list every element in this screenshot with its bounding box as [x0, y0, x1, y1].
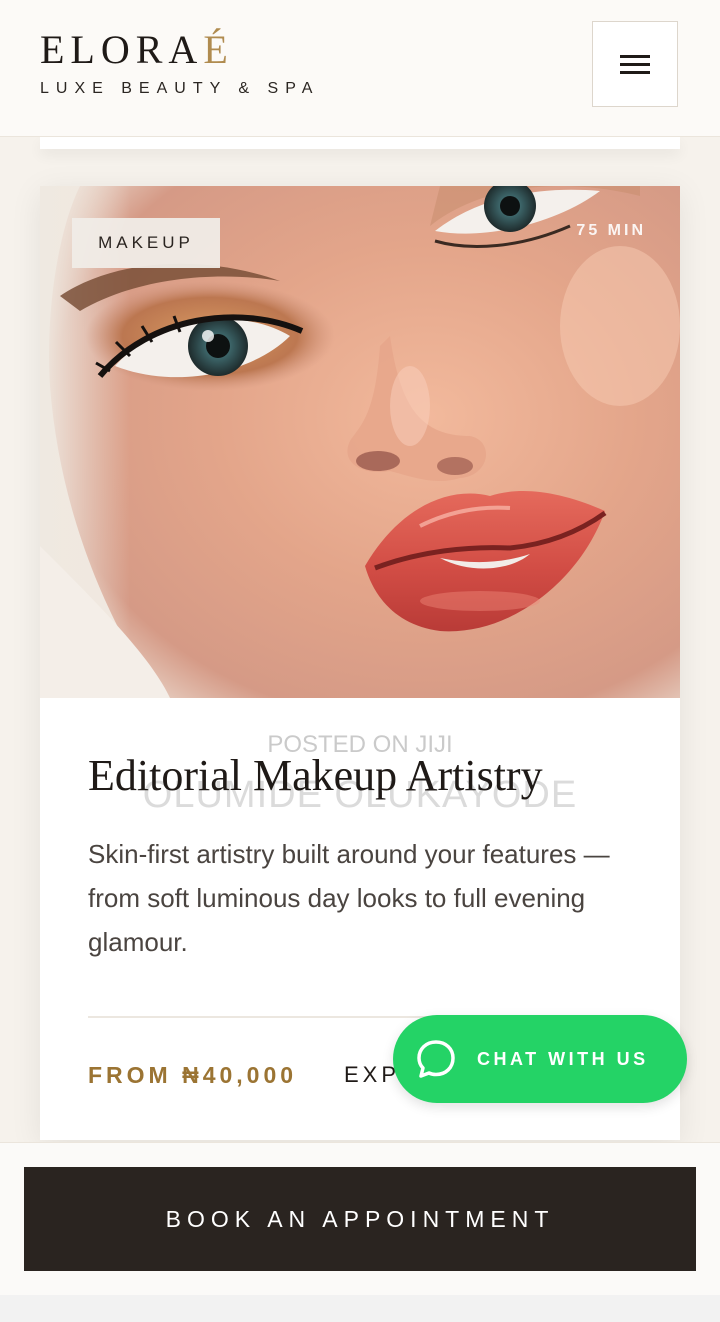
logo-main-text: ELORA: [40, 27, 204, 72]
service-card[interactable]: MAKEUP 75 MIN POSTED ON JIJI OLUMIDE OLU…: [40, 186, 680, 1140]
explore-link[interactable]: EXP: [344, 1062, 400, 1088]
service-image: MAKEUP 75 MIN: [40, 186, 680, 698]
category-badge: MAKEUP: [72, 218, 220, 268]
footer-bar: BOOK AN APPOINTMENT: [0, 1142, 720, 1322]
menu-icon: [620, 50, 650, 79]
logo-wordmark: ELORAÉ: [40, 28, 319, 72]
bottom-strip: [0, 1295, 720, 1322]
chat-bubble-icon: [417, 1040, 455, 1078]
book-appointment-button[interactable]: BOOK AN APPOINTMENT: [24, 1167, 696, 1271]
logo-accent-letter: É: [203, 27, 234, 72]
menu-button[interactable]: [592, 21, 678, 107]
service-description: Skin-first artistry built around your fe…: [88, 839, 610, 957]
price-label: FROM ₦40,000: [88, 1062, 298, 1088]
site-header: ELORAÉ LUXE BEAUTY & SPA: [0, 0, 720, 137]
brand-logo[interactable]: ELORAÉ LUXE BEAUTY & SPA: [40, 28, 319, 98]
duration-label: 75 MIN: [576, 222, 646, 239]
logo-tagline: LUXE BEAUTY & SPA: [40, 80, 320, 97]
chat-button[interactable]: CHAT WITH US: [393, 1015, 687, 1103]
chat-label: CHAT WITH US: [477, 1048, 649, 1069]
service-title: Editorial Makeup Artistry: [88, 751, 543, 800]
previous-card-edge: [40, 137, 680, 149]
